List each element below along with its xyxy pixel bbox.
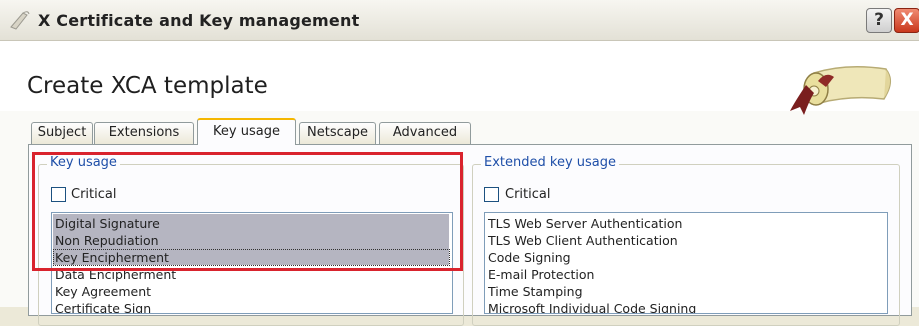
list-item[interactable]: Code Signing (488, 250, 571, 266)
list-item[interactable]: Key Agreement (55, 284, 151, 300)
extended-key-usage-list[interactable]: TLS Web Server Authentication TLS Web Cl… (484, 212, 888, 314)
page-title: Create XCA template (27, 73, 268, 99)
list-item[interactable]: E-mail Protection (488, 267, 594, 283)
list-item[interactable]: Certificate Sign (55, 301, 151, 313)
red-highlight-annotation (32, 152, 463, 271)
tab-subject[interactable]: Subject (31, 122, 93, 144)
window-title: X Certificate and Key management (38, 11, 360, 30)
header-band: Create XCA template (0, 41, 919, 115)
close-button[interactable]: X (894, 8, 919, 33)
scroll-logo-icon (790, 66, 891, 115)
extended-key-usage-critical-checkbox[interactable] (484, 187, 499, 202)
list-item[interactable]: Time Stamping (488, 284, 583, 300)
certificate-app-icon (10, 11, 30, 30)
tab-extensions[interactable]: Extensions (94, 122, 194, 144)
extended-key-usage-critical-label: Critical (505, 187, 551, 202)
help-button[interactable]: ? (866, 8, 892, 33)
tab-key-usage[interactable]: Key usage (197, 118, 296, 145)
list-item[interactable]: Microsoft Individual Code Signing (488, 301, 696, 313)
extended-key-usage-group-title: Extended key usage (481, 155, 619, 170)
tab-advanced[interactable]: Advanced (379, 122, 471, 144)
list-item[interactable]: TLS Web Client Authentication (488, 233, 678, 249)
tab-netscape[interactable]: Netscape (299, 122, 376, 144)
title-bar: X Certificate and Key management ? X (0, 0, 919, 41)
list-item[interactable]: TLS Web Server Authentication (488, 216, 682, 232)
